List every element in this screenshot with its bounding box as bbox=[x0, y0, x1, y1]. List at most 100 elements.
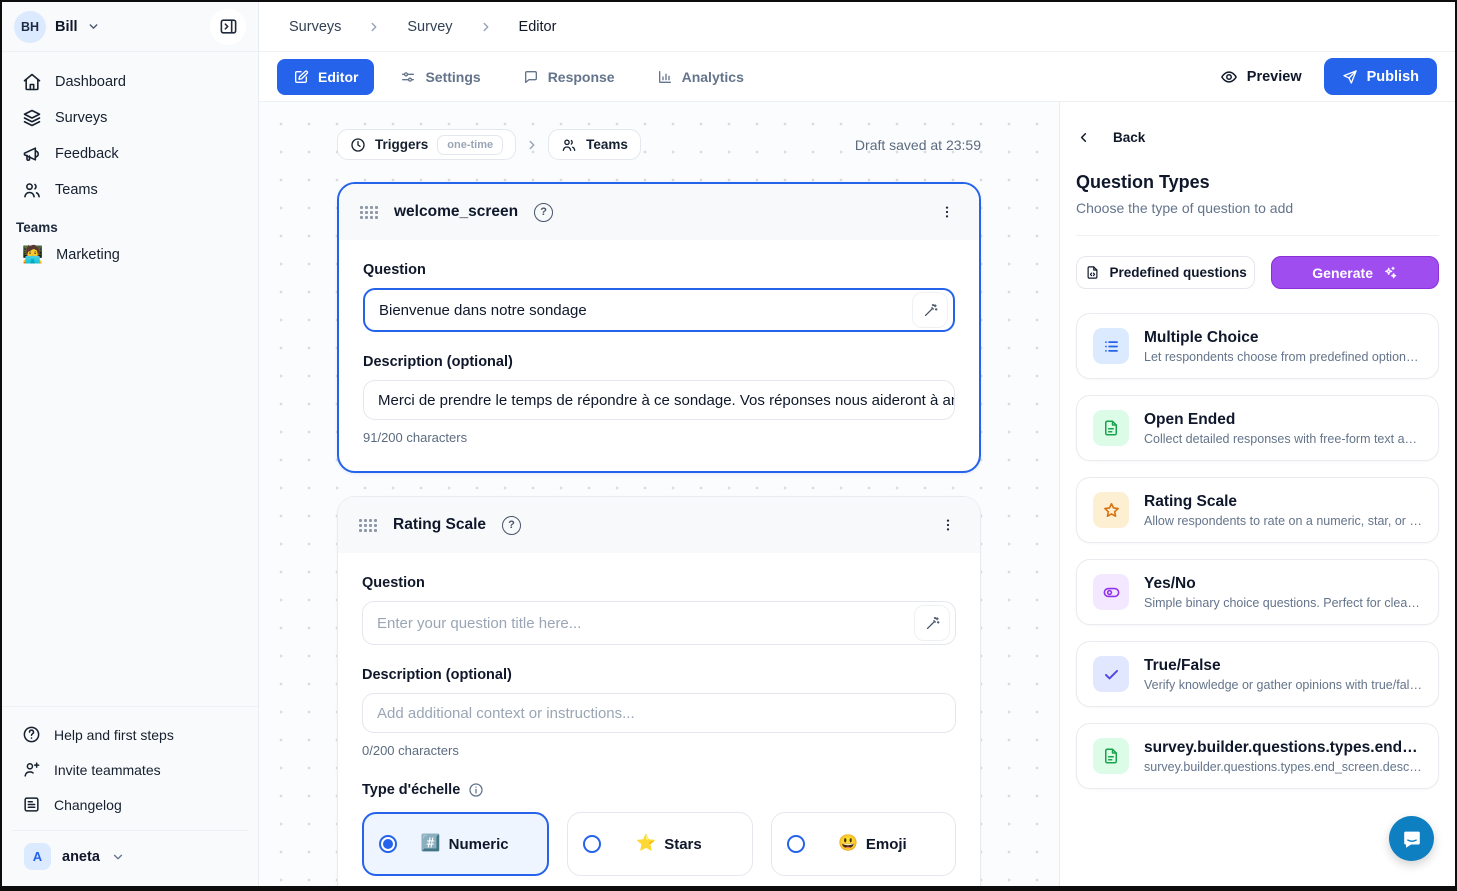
description-field-label: Description (optional) bbox=[363, 354, 955, 370]
megaphone-icon bbox=[22, 144, 42, 164]
tab-label: Editor bbox=[318, 69, 358, 85]
breadcrumb-surveys[interactable]: Surveys bbox=[289, 19, 341, 35]
triggers-pill[interactable]: Triggers one-time bbox=[337, 129, 516, 160]
sidebar-item-label: Surveys bbox=[55, 110, 107, 126]
tab-settings[interactable]: Settings bbox=[384, 59, 496, 95]
keycap-hash-emoji-icon: #️⃣ bbox=[421, 836, 441, 852]
breadcrumb-editor[interactable]: Editor bbox=[519, 19, 557, 35]
info-icon[interactable] bbox=[468, 782, 484, 798]
chevron-right-icon bbox=[479, 20, 493, 34]
tab-editor[interactable]: Editor bbox=[277, 59, 374, 95]
ai-wand-button[interactable] bbox=[912, 292, 948, 328]
description-input[interactable]: Merci de prendre le temps de répondre à … bbox=[363, 380, 955, 420]
user-plus-icon bbox=[22, 760, 41, 779]
panel-subtitle: Choose the type of question to add bbox=[1076, 200, 1439, 236]
check-icon bbox=[1093, 656, 1129, 692]
tab-label: Analytics bbox=[682, 69, 744, 85]
publish-button[interactable]: Publish bbox=[1324, 58, 1437, 95]
panel-collapse-icon bbox=[219, 17, 238, 36]
description-field-label: Description (optional) bbox=[362, 667, 956, 683]
generate-button[interactable]: Generate bbox=[1271, 256, 1439, 289]
radio-icon[interactable] bbox=[583, 835, 601, 853]
editor-toolbar: Editor Settings Response Analytics bbox=[259, 52, 1455, 102]
file-text-icon bbox=[1093, 410, 1129, 446]
star-emoji-icon: ⭐ bbox=[636, 836, 656, 852]
scale-option-numeric[interactable]: #️⃣ Numeric bbox=[362, 812, 549, 876]
scale-option-label: Emoji bbox=[866, 836, 907, 853]
layers-icon bbox=[22, 108, 42, 128]
chevron-down-icon bbox=[87, 20, 100, 33]
question-type-multiple-choice[interactable]: Multiple Choice Let respondents choose f… bbox=[1076, 313, 1439, 379]
help-circle-icon bbox=[22, 725, 41, 744]
preview-button[interactable]: Preview bbox=[1220, 68, 1302, 86]
scale-option-stars[interactable]: ⭐ Stars bbox=[567, 812, 752, 876]
radio-icon[interactable] bbox=[787, 835, 805, 853]
teams-section-label: Teams bbox=[2, 208, 258, 239]
help-icon[interactable] bbox=[534, 203, 553, 222]
radio-icon[interactable] bbox=[379, 835, 397, 853]
card-menu-button[interactable] bbox=[936, 513, 960, 537]
scale-option-emoji[interactable]: 😃 Emoji bbox=[771, 812, 956, 876]
sidebar-footer: Help and first steps Invite teammates Ch… bbox=[2, 706, 258, 886]
drag-handle-icon[interactable] bbox=[359, 205, 378, 219]
toggle-icon bbox=[1093, 574, 1129, 610]
question-type-description: Let respondents choose from predefined o… bbox=[1144, 350, 1422, 364]
description-placeholder: Add additional context or instructions..… bbox=[377, 705, 635, 722]
send-icon bbox=[1342, 69, 1358, 85]
question-title-value: Bienvenue dans notre sondage bbox=[379, 302, 587, 319]
question-type-true-false[interactable]: True/False Verify knowledge or gather op… bbox=[1076, 641, 1439, 707]
sidebar-item-label: Help and first steps bbox=[54, 727, 174, 743]
question-card-title: welcome_screen bbox=[394, 203, 518, 221]
tab-label: Response bbox=[548, 69, 615, 85]
tab-analytics[interactable]: Analytics bbox=[641, 59, 760, 95]
char-counter: 0/200 characters bbox=[362, 743, 956, 758]
tab-response[interactable]: Response bbox=[507, 59, 631, 95]
question-type-rating-scale[interactable]: Rating Scale Allow respondents to rate o… bbox=[1076, 477, 1439, 543]
account-menu[interactable]: A aneta bbox=[12, 830, 248, 882]
team-name: Marketing bbox=[56, 247, 120, 263]
workspace-switcher[interactable]: BH Bill bbox=[2, 2, 258, 52]
sidebar-item-label: Invite teammates bbox=[54, 762, 161, 778]
question-title-input[interactable]: Enter your question title here... bbox=[362, 601, 956, 645]
sidebar-item-surveys[interactable]: Surveys bbox=[12, 100, 248, 136]
description-input[interactable]: Add additional context or instructions..… bbox=[362, 693, 956, 733]
question-title-input[interactable]: Bienvenue dans notre sondage bbox=[363, 288, 955, 332]
scale-option-label: Stars bbox=[664, 836, 702, 853]
sidebar-item-changelog[interactable]: Changelog bbox=[12, 787, 248, 822]
sidebar-collapse-button[interactable] bbox=[210, 9, 246, 45]
question-card-welcome[interactable]: welcome_screen Question Bienvenue dans n… bbox=[337, 182, 981, 473]
sidebar-item-help[interactable]: Help and first steps bbox=[12, 717, 248, 752]
drag-handle-icon[interactable] bbox=[358, 518, 377, 532]
question-type-name: survey.builder.questions.types.end_scr..… bbox=[1144, 739, 1422, 757]
question-type-description: Simple binary choice questions. Perfect … bbox=[1144, 596, 1422, 610]
question-type-end-screen[interactable]: survey.builder.questions.types.end_scr..… bbox=[1076, 723, 1439, 789]
question-type-yes-no[interactable]: Yes/No Simple binary choice questions. P… bbox=[1076, 559, 1439, 625]
chat-launcher-button[interactable] bbox=[1389, 816, 1434, 861]
survey-builder-app: BH Bill Dashboard Surv bbox=[0, 0, 1457, 891]
sidebar-item-teams[interactable]: Teams bbox=[12, 172, 248, 208]
question-card-rating-scale[interactable]: Rating Scale Question Enter your questio… bbox=[337, 496, 981, 886]
ai-wand-button[interactable] bbox=[914, 605, 950, 641]
sidebar-item-feedback[interactable]: Feedback bbox=[12, 136, 248, 172]
sidebar-item-dashboard[interactable]: Dashboard bbox=[12, 64, 248, 100]
teams-pill[interactable]: Teams bbox=[548, 129, 641, 160]
technologist-emoji-icon: 🧑‍💻 bbox=[22, 246, 43, 263]
survey-canvas[interactable]: Triggers one-time Teams Draft saved at 2… bbox=[259, 102, 1059, 886]
sidebar-item-invite[interactable]: Invite teammates bbox=[12, 752, 248, 787]
predefined-questions-button[interactable]: Predefined questions bbox=[1076, 256, 1255, 289]
chevron-right-icon bbox=[525, 138, 539, 152]
sidebar-team-marketing[interactable]: 🧑‍💻 Marketing bbox=[2, 239, 258, 270]
scale-type-label-row: Type d'échelle bbox=[362, 782, 956, 798]
help-icon[interactable] bbox=[502, 516, 521, 535]
magic-wand-icon bbox=[924, 615, 941, 632]
panel-title: Question Types bbox=[1076, 172, 1439, 193]
card-menu-button[interactable] bbox=[935, 200, 959, 224]
back-button[interactable]: Back bbox=[1076, 130, 1145, 145]
account-name: aneta bbox=[62, 849, 100, 865]
triggers-label: Triggers bbox=[375, 137, 428, 152]
predefined-questions-label: Predefined questions bbox=[1110, 265, 1247, 280]
users-icon bbox=[22, 180, 42, 200]
breadcrumb-survey[interactable]: Survey bbox=[407, 19, 452, 35]
question-type-description: Verify knowledge or gather opinions with… bbox=[1144, 678, 1422, 692]
question-type-open-ended[interactable]: Open Ended Collect detailed responses wi… bbox=[1076, 395, 1439, 461]
